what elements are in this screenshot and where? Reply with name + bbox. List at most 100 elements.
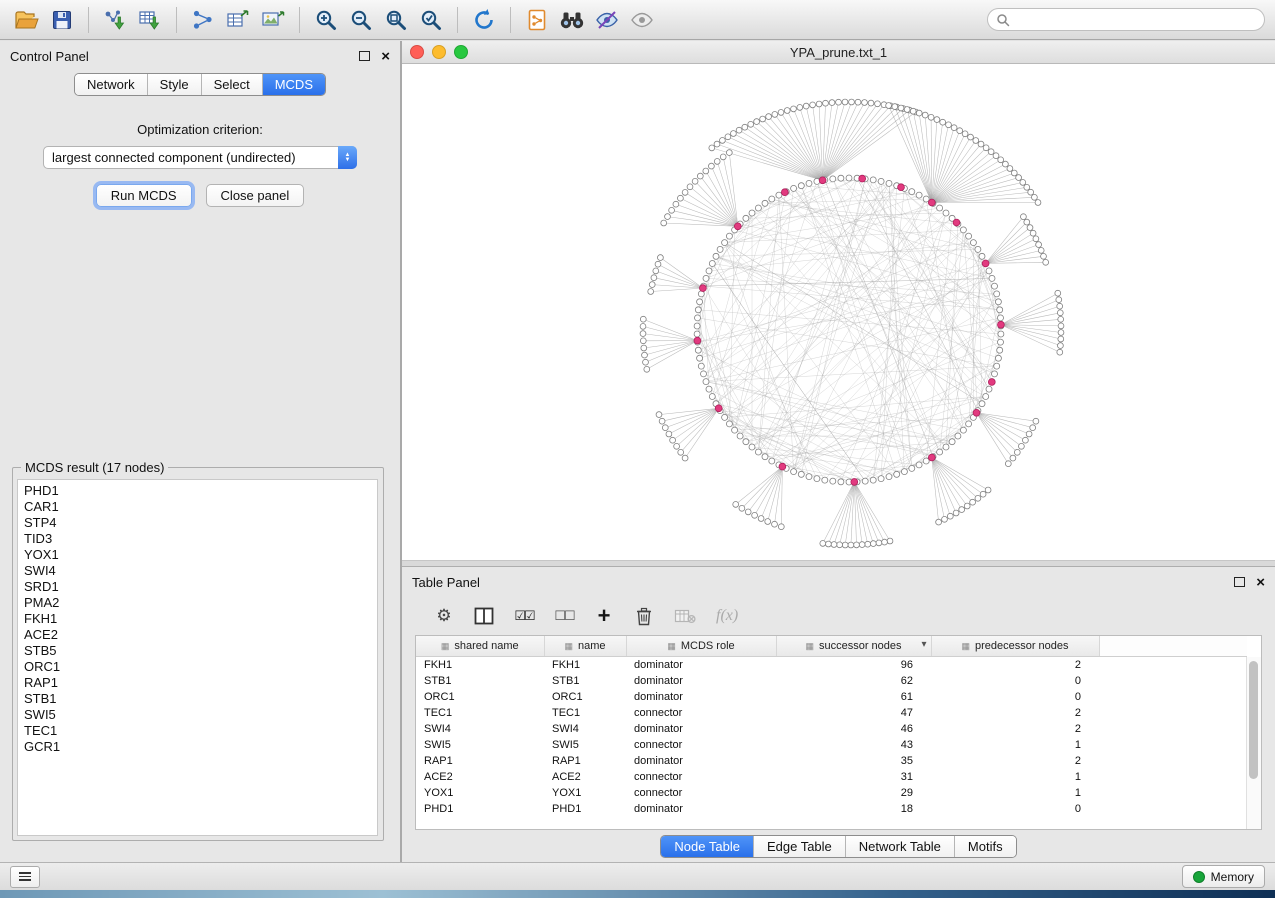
delete-column-button[interactable] (634, 606, 654, 626)
export-network-button[interactable] (186, 4, 220, 36)
tab-edge-table[interactable]: Edge Table (753, 836, 845, 857)
float-panel-icon[interactable] (359, 51, 370, 61)
mcds-result-item[interactable]: GCR1 (18, 739, 377, 755)
deselect-all-icon[interactable]: ☐☐ (554, 608, 574, 624)
column-header-predecessor-nodes[interactable]: ▦predecessor nodes (931, 636, 1099, 656)
import-table-button[interactable] (133, 4, 167, 36)
function-builder-icon[interactable]: f(x) (716, 607, 738, 625)
export-table-button[interactable] (221, 4, 255, 36)
network-titlebar[interactable]: YPA_prune.txt_1 (402, 41, 1275, 64)
memory-button[interactable]: Memory (1182, 865, 1265, 888)
table-row[interactable]: FKH1FKH1dominator962 (416, 656, 1247, 673)
mcds-result-item[interactable]: PMA2 (18, 595, 377, 611)
node-table-container: ▦shared name▦name▦MCDS role▦successor no… (415, 635, 1262, 830)
row-filler (1099, 753, 1247, 769)
mcds-result-item[interactable]: ORC1 (18, 659, 377, 675)
mcds-result-item[interactable]: ACE2 (18, 627, 377, 643)
close-window-icon[interactable] (410, 45, 424, 59)
mcds-result-item[interactable]: CAR1 (18, 499, 377, 515)
mcds-result-item[interactable]: STB1 (18, 691, 377, 707)
table-scrollbar[interactable] (1246, 657, 1261, 829)
table-row[interactable]: STB1STB1dominator620 (416, 673, 1247, 689)
search-network-button[interactable] (555, 4, 589, 36)
column-header-name[interactable]: ▦name (544, 636, 626, 656)
add-column-icon[interactable]: + (594, 605, 614, 627)
mcds-result-item[interactable]: TID3 (18, 531, 377, 547)
tab-select[interactable]: Select (201, 74, 262, 95)
maximize-window-icon[interactable] (454, 45, 468, 59)
mcds-result-item[interactable]: YOX1 (18, 547, 377, 563)
close-table-panel-icon[interactable]: × (1256, 575, 1265, 590)
table-row[interactable]: SWI4SWI4dominator462 (416, 721, 1247, 737)
hide-selected-button[interactable] (590, 4, 624, 36)
select-all-icon[interactable]: ☑☑ (514, 608, 534, 624)
network-canvas[interactable] (402, 64, 1274, 560)
share-document-button[interactable] (520, 4, 554, 36)
mcds-result-list[interactable]: PHD1CAR1STP4TID3YOX1SWI4SRD1PMA2FKH1ACE2… (17, 479, 378, 836)
table-cell: ORC1 (416, 689, 544, 705)
mcds-result-item[interactable]: RAP1 (18, 675, 377, 691)
zoom-selected-icon (419, 8, 443, 32)
table-settings-gear-icon[interactable]: ⚙ (434, 606, 454, 626)
zoom-selected-button[interactable] (414, 4, 448, 36)
table-row[interactable]: ORC1ORC1dominator610 (416, 689, 1247, 705)
table-row[interactable]: TEC1TEC1connector472 (416, 705, 1247, 721)
horizontal-splitter[interactable] (402, 560, 1275, 567)
table-row[interactable]: ACE2ACE2connector311 (416, 769, 1247, 785)
close-panel-icon[interactable]: × (381, 49, 390, 64)
table-cell: YOX1 (416, 785, 544, 801)
show-hidden-button[interactable] (625, 4, 659, 36)
network-search-box[interactable] (987, 8, 1265, 31)
mcds-result-item[interactable]: TEC1 (18, 723, 377, 739)
save-session-button[interactable] (45, 4, 79, 36)
column-header-MCDS-role[interactable]: ▦MCDS role (626, 636, 776, 656)
apply-layout-button[interactable] (467, 4, 501, 36)
tab-mcds[interactable]: MCDS (262, 74, 325, 95)
table-row[interactable]: YOX1YOX1connector291 (416, 785, 1247, 801)
table-row[interactable]: SWI5SWI5connector431 (416, 737, 1247, 753)
table-row[interactable]: PHD1PHD1dominator180 (416, 801, 1247, 817)
run-mcds-button[interactable]: Run MCDS (96, 184, 192, 207)
table-cell: 31 (776, 769, 931, 785)
network-view[interactable] (402, 64, 1275, 560)
float-table-panel-icon[interactable] (1234, 577, 1245, 587)
hamburger-icon (19, 872, 31, 874)
zoom-out-button[interactable] (344, 4, 378, 36)
tab-node-table[interactable]: Node Table (661, 836, 753, 857)
mcds-result-item[interactable]: FKH1 (18, 611, 377, 627)
status-menu-button[interactable] (10, 866, 40, 888)
column-header-successor-nodes[interactable]: ▦successor nodes▾ (776, 636, 931, 656)
mcds-result-item[interactable]: SWI5 (18, 707, 377, 723)
row-filler (1099, 737, 1247, 753)
minimize-window-icon[interactable] (432, 45, 446, 59)
zoom-fit-button[interactable] (379, 4, 413, 36)
mcds-result-item[interactable]: STP4 (18, 515, 377, 531)
table-row[interactable]: RAP1RAP1dominator352 (416, 753, 1247, 769)
mcds-result-item[interactable]: SWI4 (18, 563, 377, 579)
mcds-result-item[interactable]: PHD1 (18, 483, 377, 499)
open-session-button[interactable] (10, 4, 44, 36)
table-cell: SWI5 (416, 737, 544, 753)
import-network-button[interactable] (98, 4, 132, 36)
criterion-dropdown[interactable]: largest connected component (undirected)… (43, 146, 357, 169)
control-panel-title: Control Panel (10, 49, 89, 64)
share-document-icon (526, 8, 548, 32)
search-input[interactable] (1015, 12, 1256, 28)
tab-style[interactable]: Style (147, 74, 201, 95)
tab-network[interactable]: Network (75, 74, 147, 95)
clear-table-button[interactable] (674, 608, 696, 624)
zoom-in-button[interactable] (309, 4, 343, 36)
export-image-button[interactable] (256, 4, 290, 36)
split-table-icon[interactable] (474, 607, 494, 625)
scrollbar-thumb[interactable] (1249, 661, 1258, 779)
tab-network-table[interactable]: Network Table (845, 836, 954, 857)
criterion-dropdown-value: largest connected component (undirected) (44, 150, 338, 165)
close-panel-button[interactable]: Close panel (206, 184, 305, 207)
row-filler (1099, 673, 1247, 689)
column-header-shared-name[interactable]: ▦shared name (416, 636, 544, 656)
table-cell: 61 (776, 689, 931, 705)
mcds-result-item[interactable]: SRD1 (18, 579, 377, 595)
search-icon (996, 13, 1010, 27)
mcds-result-item[interactable]: STB5 (18, 643, 377, 659)
tab-motifs[interactable]: Motifs (954, 836, 1016, 857)
